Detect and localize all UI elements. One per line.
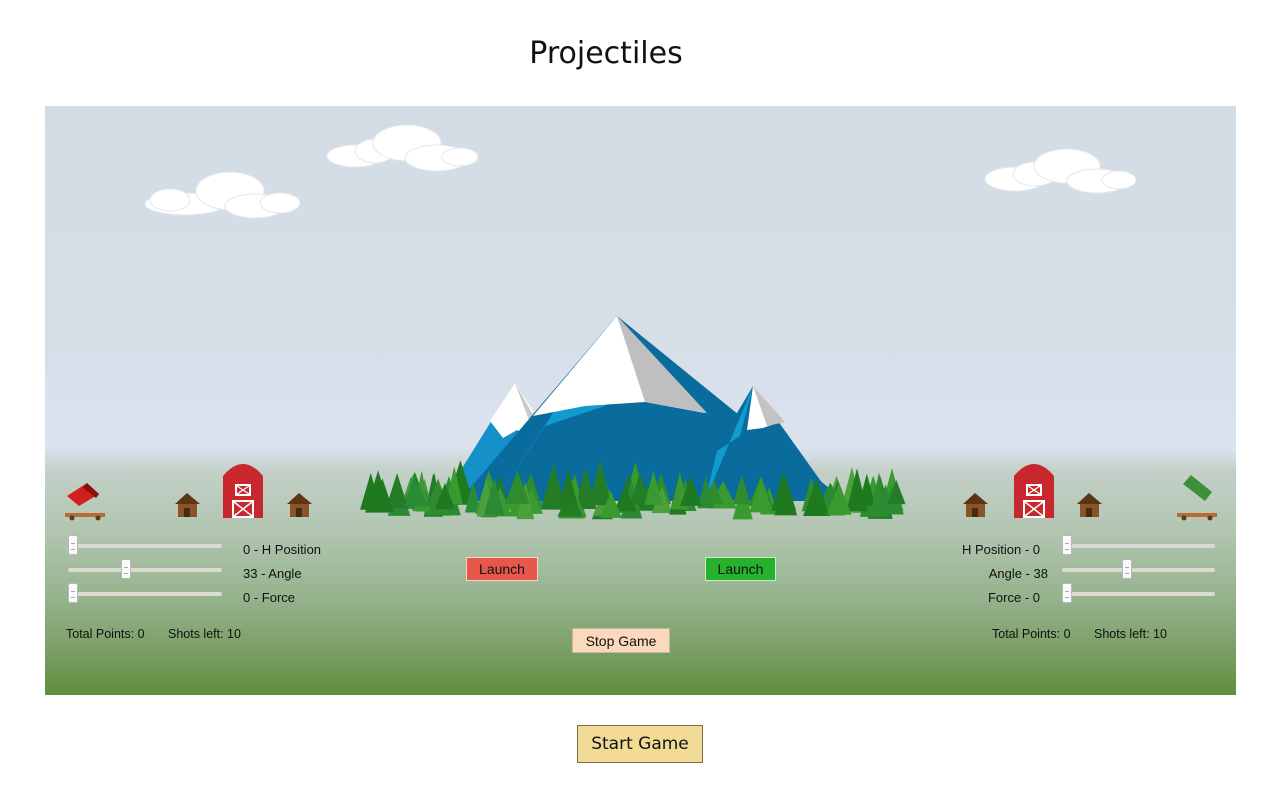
left-force-slider[interactable] bbox=[68, 583, 222, 603]
left-launch-button[interactable]: Launch bbox=[466, 557, 538, 581]
cannon-icon bbox=[1177, 475, 1217, 521]
stop-game-button[interactable]: Stop Game bbox=[572, 628, 670, 653]
right-force-slider[interactable] bbox=[1062, 583, 1215, 603]
game-scene bbox=[65, 124, 1217, 521]
right-shots-left: Shots left: 10 bbox=[1094, 627, 1167, 641]
barn-icon bbox=[223, 464, 263, 518]
left-force-label: 0 - Force bbox=[243, 590, 296, 605]
slider-thumb[interactable] bbox=[1062, 535, 1072, 555]
slider-thumb[interactable] bbox=[68, 535, 78, 555]
left-angle-label: 33 - Angle bbox=[243, 566, 302, 581]
left-h-position-label: 0 - H Position bbox=[243, 542, 322, 557]
right-total-points: Total Points: 0 bbox=[992, 627, 1071, 641]
left-angle-slider[interactable] bbox=[68, 559, 222, 579]
mountain-icon bbox=[451, 316, 845, 506]
right-angle-label: Angle - 38 bbox=[988, 566, 1048, 581]
right-force-label: Force - 0 bbox=[987, 590, 1040, 605]
left-total-points: Total Points: 0 bbox=[66, 627, 145, 641]
barn-icon bbox=[1014, 464, 1054, 518]
cloud-icon bbox=[144, 171, 301, 219]
start-game-button[interactable]: Start Game bbox=[577, 725, 703, 763]
right-launch-button[interactable]: Launch bbox=[705, 557, 776, 581]
left-h-position-slider[interactable] bbox=[68, 535, 222, 555]
right-h-position-label: H Position - 0 bbox=[961, 542, 1040, 557]
right-h-position-slider[interactable] bbox=[1062, 535, 1215, 555]
slider-thumb[interactable] bbox=[68, 583, 78, 603]
game-canvas[interactable]: 0 - H Position 33 - Angle 0 - Force Tota… bbox=[45, 106, 1236, 695]
right-angle-slider[interactable] bbox=[1062, 559, 1215, 579]
cloud-icon bbox=[326, 124, 479, 172]
slider-thumb[interactable] bbox=[1122, 559, 1133, 579]
cabin-icon bbox=[1077, 493, 1102, 517]
cannon-icon bbox=[65, 483, 105, 521]
cabin-icon bbox=[287, 493, 312, 517]
slider-thumb[interactable] bbox=[1062, 583, 1072, 603]
cloud-icon bbox=[984, 148, 1137, 194]
cabin-icon bbox=[963, 493, 988, 517]
cabin-icon bbox=[175, 493, 200, 517]
page-title: Projectiles bbox=[529, 36, 683, 71]
left-shots-left: Shots left: 10 bbox=[168, 627, 241, 641]
slider-thumb[interactable] bbox=[120, 559, 131, 579]
